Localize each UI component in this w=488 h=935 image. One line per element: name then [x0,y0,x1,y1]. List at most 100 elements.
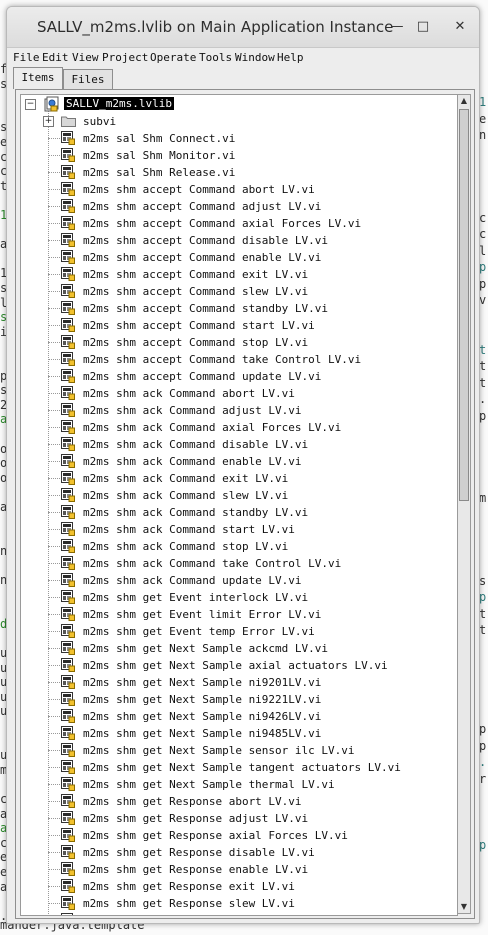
tree-item-row[interactable]: m2ms shm get Next Sample sensor ilc LV.v… [21,742,457,759]
tree-item-row[interactable]: m2ms sal Shm Release.vi [21,164,457,181]
vi-file-icon [61,165,75,179]
tree-item-label: m2ms sal Shm Release.vi [83,166,236,179]
menu-tools[interactable]: Tools [199,51,232,64]
tree-item-row[interactable]: m2ms shm ack Command enable LV.vi [21,453,457,470]
tree-item-row[interactable]: m2ms shm accept Command slew LV.vi [21,283,457,300]
tab-items[interactable]: Items [13,67,63,89]
tree-item-row[interactable]: m2ms shm ack Command axial Forces LV.vi [21,419,457,436]
tree-item-row[interactable]: m2ms shm get Next Sample ni9221LV.vi [21,691,457,708]
vi-file-icon [61,505,75,519]
tree-item-row[interactable]: m2ms shm accept Command standby LV.vi [21,300,457,317]
tree-item-row[interactable]: m2ms shm get Response disable LV.vi [21,844,457,861]
tree-item-row[interactable]: m2ms shm get Response exit LV.vi [21,878,457,895]
vi-file-icon [61,318,75,332]
tree-item-row[interactable]: m2ms shm get Next Sample thermal LV.vi [21,776,457,793]
tree-item-row[interactable]: m2ms shm ack Command standby LV.vi [21,504,457,521]
tree-folder-label: subvi [83,115,117,128]
background-code-fragment: v [479,293,487,307]
scroll-down-arrow[interactable]: ▼ [458,901,470,913]
menu-help[interactable]: Help [277,51,304,64]
tree-item-row[interactable]: m2ms shm ack Command abort LV.vi [21,385,457,402]
tree-folder-row[interactable]: + subvi [21,113,457,130]
tree-item-row[interactable]: m2ms shm ack Command exit LV.vi [21,470,457,487]
tree-item-row[interactable]: m2ms shm ack Command slew LV.vi [21,487,457,504]
background-code-fragment: p [479,722,487,736]
tree-item-row[interactable]: m2ms shm get Next Sample ni9485LV.vi [21,725,457,742]
vertical-scrollbar[interactable]: ▲ ▼ [457,94,471,914]
tree-item-row[interactable]: m2ms shm get Next Sample ni9201LV.vi [21,674,457,691]
tree-branch-line [48,529,60,530]
tree-item-row[interactable]: m2ms shm accept Command start LV.vi [21,317,457,334]
tree-item-row[interactable]: m2ms shm accept Command adjust LV.vi [21,198,457,215]
tree-item-row[interactable]: m2ms shm get Response slew LV.vi [21,895,457,912]
menu-file[interactable]: File [13,51,40,64]
background-code-fragment: t [479,623,487,637]
tree-item-row[interactable]: m2ms shm get Response abort LV.vi [21,793,457,810]
tree-item-row[interactable]: m2ms shm get Next Sample axial actuators… [21,657,457,674]
background-code-fragment: p [479,408,487,423]
tree-branch-line [48,325,60,326]
tree-item-row[interactable]: m2ms shm accept Command abort LV.vi [21,181,457,198]
maximize-button[interactable]: □ [415,19,431,35]
tree-branch-line [48,597,60,598]
minimize-button[interactable]: — [389,19,405,35]
menu-edit[interactable]: Edit [42,51,69,64]
project-tree[interactable]: − SALLV_m2ms.lvlib + subvi m2ms sal Shm … [20,94,458,916]
tree-branch-line [48,257,60,258]
vi-file-icon [61,777,75,791]
tree-branch-line [48,682,60,683]
title-bar[interactable]: SALLV_m2ms.lvlib on Main Application Ins… [7,7,479,48]
tree-item-row[interactable]: m2ms shm accept Command update LV.vi [21,368,457,385]
tree-item-label: m2ms shm get Response enable LV.vi [83,863,309,876]
tree-item-row[interactable]: m2ms shm get Next Sample tangent actuato… [21,759,457,776]
tree-item-row[interactable]: m2ms shm get Response adjust LV.vi [21,810,457,827]
tree-item-row[interactable]: m2ms shm accept Command axial Forces LV.… [21,215,457,232]
close-button[interactable]: ✕ [452,19,468,35]
tree-item-row[interactable]: m2ms shm get Response enable LV.vi [21,861,457,878]
tree-item-label: m2ms shm get Event interlock LV.vi [83,591,309,604]
tree-item-row[interactable]: m2ms shm get Next Sample ni9426LV.vi [21,708,457,725]
tree-item-row[interactable]: m2ms shm get Response axial Forces LV.vi [21,827,457,844]
tree-item-row[interactable]: m2ms shm ack Command disable LV.vi [21,436,457,453]
tree-item-row[interactable]: m2ms shm accept Command disable LV.vi [21,232,457,249]
expand-icon[interactable]: + [43,116,54,127]
tree-branch-line [48,495,60,496]
tree-item-label: m2ms shm ack Command enable LV.vi [83,455,302,468]
tree-item-label: m2ms shm accept Command slew LV.vi [83,285,309,298]
vi-file-icon [61,641,75,655]
tree-item-row[interactable]: m2ms shm get Response standby LV.vi [21,912,457,915]
vi-file-icon [61,862,75,876]
tree-item-row[interactable]: m2ms shm ack Command take Control LV.vi [21,555,457,572]
tree-item-row[interactable]: m2ms shm ack Command update LV.vi [21,572,457,589]
tree-item-label: m2ms shm get Next Sample tangent actuato… [83,761,401,774]
tree-root-row[interactable]: − SALLV_m2ms.lvlib [21,96,457,113]
tree-item-row[interactable]: m2ms shm accept Command take Control LV.… [21,351,457,368]
tree-item-row[interactable]: m2ms shm ack Command stop LV.vi [21,538,457,555]
tree-item-label: m2ms shm ack Command axial Forces LV.vi [83,421,342,434]
collapse-icon[interactable]: − [25,99,36,110]
tree-item-row[interactable]: m2ms shm get Event interlock LV.vi [21,589,457,606]
tree-item-row[interactable]: m2ms sal Shm Connect.vi [21,130,457,147]
scroll-up-arrow[interactable]: ▲ [458,95,470,107]
tree-item-row[interactable]: m2ms shm ack Command start LV.vi [21,521,457,538]
tree-item-row[interactable]: m2ms shm accept Command stop LV.vi [21,334,457,351]
tree-item-row[interactable]: m2ms shm get Event limit Error LV.vi [21,606,457,623]
tree-item-label: m2ms shm get Next Sample ni9201LV.vi [83,676,322,689]
tab-files[interactable]: Files [63,69,113,89]
menu-view[interactable]: View [72,51,99,64]
tree-item-row[interactable]: m2ms shm get Event temp Error LV.vi [21,623,457,640]
menu-operate[interactable]: Operate [150,51,196,64]
vi-file-icon [61,454,75,468]
background-code-fragment: p [479,837,487,852]
background-code-fragment: t [479,342,487,357]
tree-item-row[interactable]: m2ms shm accept Command exit LV.vi [21,266,457,283]
background-code-fragment: 1 [479,95,487,109]
background-code-fragment: p [479,590,487,604]
menu-window[interactable]: Window [235,51,275,64]
tree-item-row[interactable]: m2ms shm get Next Sample ackcmd LV.vi [21,640,457,657]
tree-item-row[interactable]: m2ms sal Shm Monitor.vi [21,147,457,164]
scroll-thumb[interactable] [459,109,469,501]
tree-item-row[interactable]: m2ms shm accept Command enable LV.vi [21,249,457,266]
tree-item-row[interactable]: m2ms shm ack Command adjust LV.vi [21,402,457,419]
menu-project[interactable]: Project [102,51,148,64]
